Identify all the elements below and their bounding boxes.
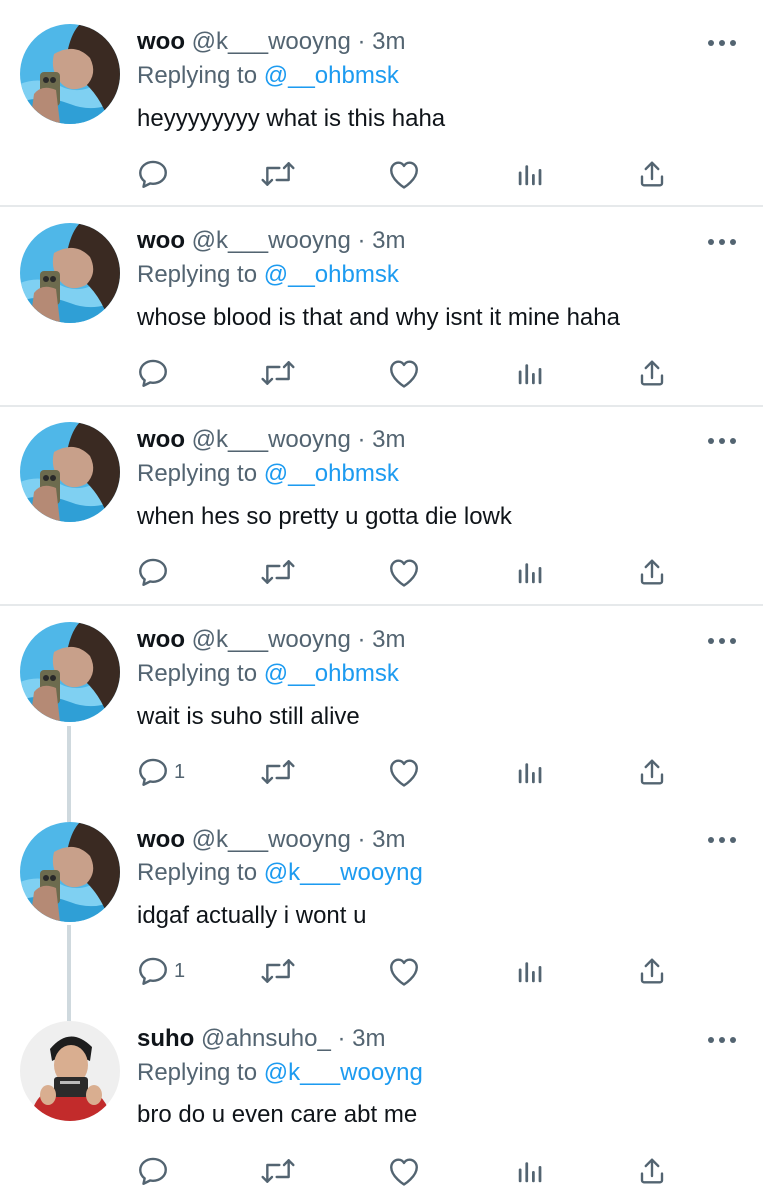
more-icon[interactable] (706, 1033, 738, 1045)
retweet-icon (260, 1155, 296, 1187)
replying-prefix: Replying to (137, 1059, 258, 1086)
tweet-text: bro do u even care abt me (137, 1101, 418, 1128)
action-bar (0, 1153, 763, 1189)
like-icon (387, 1155, 421, 1187)
separator-dot: · (337, 1025, 346, 1052)
reply-button[interactable] (136, 1153, 170, 1189)
display-name[interactable]: suho (137, 1025, 194, 1052)
user-handle[interactable]: @ahnsuho_ (201, 1025, 331, 1052)
replying-to: Replying to @k___wooyng (137, 1058, 423, 1088)
views-icon (515, 1156, 545, 1186)
reply-icon (136, 1154, 170, 1188)
views-button[interactable] (515, 1153, 545, 1189)
replying-to-link[interactable]: @k___wooyng (264, 1059, 423, 1086)
share-button[interactable] (637, 1153, 667, 1189)
share-icon (637, 1156, 667, 1186)
tweet-header: suho @ahnsuho_ · 3m (137, 1024, 385, 1054)
like-button[interactable] (387, 1153, 421, 1189)
timestamp[interactable]: 3m (352, 1025, 385, 1052)
retweet-button[interactable] (260, 1153, 296, 1189)
reply-feed: woo @k___wooyng · 3m Replying to @__ohbm… (0, 0, 763, 1200)
avatar[interactable] (20, 1021, 120, 1121)
tweet[interactable]: suho @ahnsuho_ · 3m Replying to @k___woo… (0, 0, 763, 1200)
